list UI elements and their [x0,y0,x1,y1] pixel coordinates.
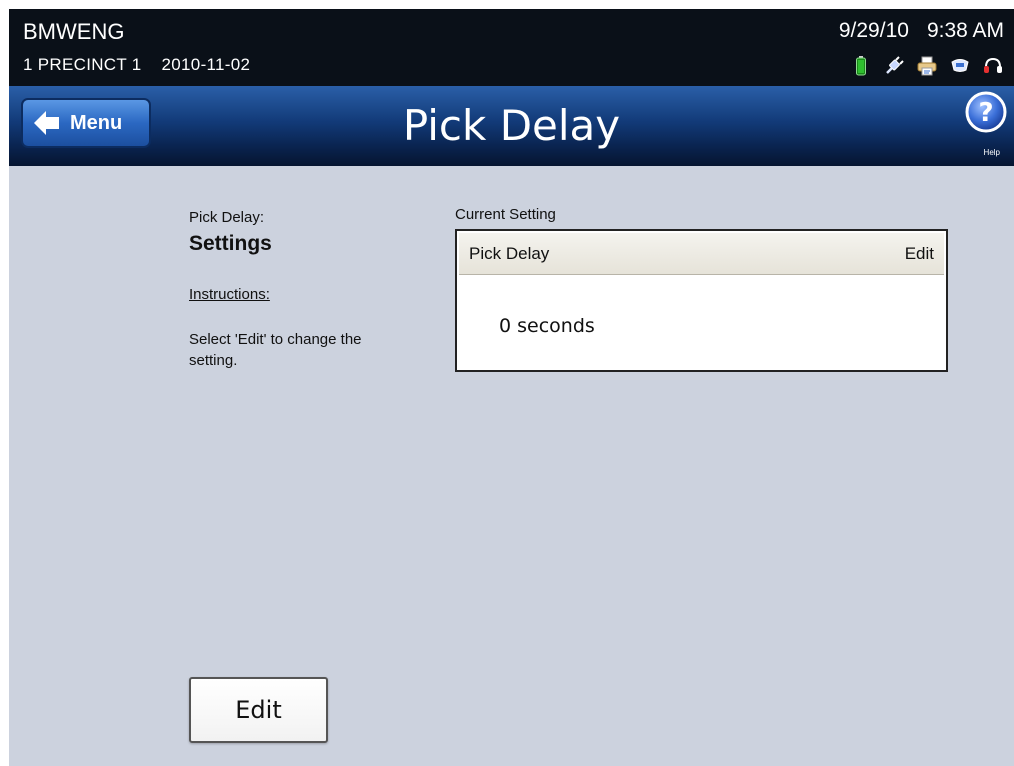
current-setting-label: Current Setting [455,206,556,223]
precinct-label: 1 PRECINCT 1 [23,55,142,74]
setting-edit-label: Edit [904,243,934,263]
precinct-info: 1 PRECINCT 1 2010-11-02 [23,55,250,75]
election-date: 2010-11-02 [161,55,251,74]
page-title: Pick Delay [402,101,621,150]
svg-text:?: ? [978,98,993,128]
battery-icon [850,56,872,76]
user-name: BMWENG [23,19,125,44]
app-window: BMWENG 1 PRECINCT 1 2010-11-02 9/29/10 9:3… [9,9,1014,766]
title-bar: Pick Delay Menu ? Help [9,86,1014,166]
help-label: Help [983,148,1000,157]
status-bar: BMWENG 1 PRECINCT 1 2010-11-02 9/29/10 9:3… [9,9,1014,86]
date-display: 9/29/10 [838,19,909,42]
instructions-title: Instructions: [189,286,270,303]
audio-headset-icon [982,56,1004,76]
help-icon: ? [965,91,1007,133]
help-button[interactable]: ? [964,90,1008,154]
setting-name: Pick Delay [469,243,550,263]
time-display: 9:38 AM [926,19,1004,42]
menu-button-label: Menu [70,111,123,134]
instructions-text: Select 'Edit' to change the setting. [189,331,362,369]
setting-row-pick-delay[interactable]: Pick Delay Edit [459,233,944,275]
section-label: Pick Delay: [189,209,265,226]
printer-icon [916,56,938,76]
memory-card-icon [949,56,971,76]
back-arrow-icon [34,111,59,135]
setting-panel: Pick Delay Edit 0 seconds [455,229,948,372]
datetime: 9/29/10 9:38 AM [839,19,1004,43]
power-plug-icon [883,56,905,76]
setting-value: 0 seconds [499,315,595,337]
edit-button[interactable]: Edit [189,677,328,743]
section-heading: Settings [189,232,272,255]
settings-info: Pick Delay: Settings Instructions: Selec… [189,209,419,371]
status-icons [839,56,1004,76]
menu-button[interactable]: Menu [21,98,151,148]
